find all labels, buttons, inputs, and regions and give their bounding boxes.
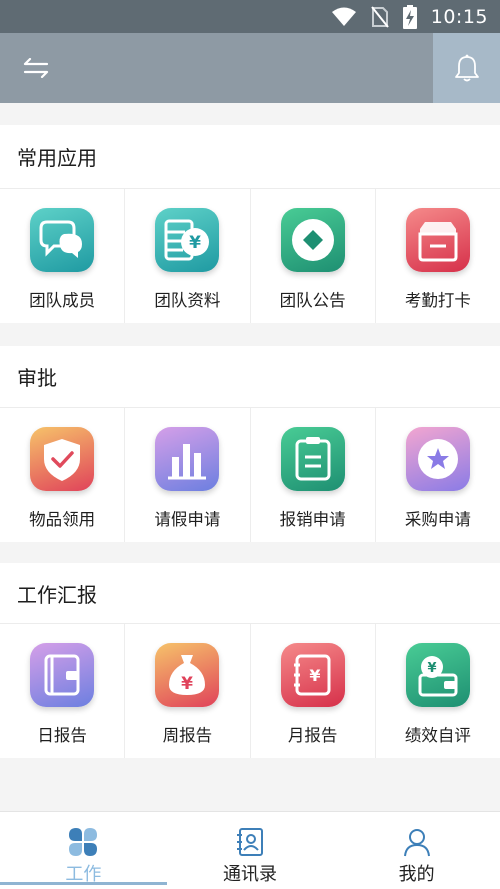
app-label: 考勤打卡 (404, 291, 471, 310)
section-work-report: 工作汇报 日报告 ¥ 周报告 ¥ 月报告 ¥ 绩效自评 (0, 563, 500, 758)
app-label: 团队成员 (29, 291, 96, 310)
leave-request-icon (155, 427, 220, 491)
svg-text:¥: ¥ (181, 674, 193, 694)
app-label: 月报告 (287, 726, 338, 745)
contacts-tab-icon (237, 828, 263, 856)
bell-icon (454, 54, 479, 82)
app-attendance[interactable]: 考勤打卡 (376, 189, 500, 323)
section-common-apps: 常用应用 团队成员 ¥ 团队资料 团队公告 考勤打卡 (0, 125, 500, 323)
wifi-icon (331, 7, 356, 26)
bottom-nav: 工作 通讯录 我的 (0, 811, 500, 889)
app-team-announcement[interactable]: 团队公告 (251, 189, 376, 323)
tab-work[interactable]: 工作 (0, 812, 167, 889)
purchase-request-icon (405, 427, 470, 491)
app-leave-request[interactable]: 请假申请 (125, 408, 251, 542)
work-tab-icon (69, 828, 98, 856)
person-icon (403, 829, 430, 857)
app-label: 团队资料 (154, 291, 221, 310)
app-monthly-report[interactable]: ¥ 月报告 (251, 624, 376, 758)
tab-contacts[interactable]: 通讯录 (167, 812, 334, 889)
app-label: 采购申请 (404, 510, 471, 529)
app-label: 请假申请 (154, 510, 221, 529)
section-title: 审批 (0, 346, 500, 408)
app-team-files[interactable]: ¥ 团队资料 (125, 189, 251, 323)
top-bar (0, 33, 500, 103)
monthly-report-icon: ¥ (280, 643, 345, 707)
app-purchase-request[interactable]: 采购申请 (376, 408, 500, 542)
app-performance-review[interactable]: ¥ 绩效自评 (376, 624, 500, 758)
swap-arrows-icon (23, 58, 49, 78)
daily-report-icon (30, 643, 95, 707)
attendance-icon (405, 208, 470, 272)
status-bar: 10:15 (0, 0, 500, 33)
app-label: 绩效自评 (404, 726, 471, 745)
main-content: 常用应用 团队成员 ¥ 团队资料 团队公告 考勤打卡 审批 物品领用 请假申请 … (0, 103, 500, 811)
app-label: 报销申请 (279, 510, 346, 529)
team-members-icon (30, 208, 95, 272)
app-label: 团队公告 (279, 291, 346, 310)
team-files-icon: ¥ (155, 208, 220, 272)
notification-button[interactable] (433, 33, 500, 103)
weekly-report-icon: ¥ (155, 643, 220, 707)
section-title: 常用应用 (0, 125, 500, 189)
svg-text:¥: ¥ (189, 233, 201, 253)
app-team-members[interactable]: 团队成员 (0, 189, 126, 323)
app-daily-report[interactable]: 日报告 (0, 624, 126, 758)
team-announcement-icon (280, 208, 345, 272)
tab-me[interactable]: 我的 (333, 812, 500, 889)
reimbursement-icon (280, 427, 345, 491)
tab-label: 通讯录 (223, 864, 277, 885)
tab-label: 我的 (398, 864, 435, 885)
app-label: 周报告 (162, 726, 213, 745)
active-tab-indicator (0, 882, 167, 885)
app-label: 物品领用 (29, 510, 96, 529)
app-label: 日报告 (37, 726, 87, 745)
switch-button[interactable] (18, 51, 54, 85)
status-time: 10:15 (430, 5, 488, 28)
app-item-requisition[interactable]: 物品领用 (0, 408, 126, 542)
battery-charging-icon (402, 4, 417, 29)
app-weekly-report[interactable]: ¥ 周报告 (125, 624, 251, 758)
section-approval: 审批 物品领用 请假申请 报销申请 采购申请 (0, 346, 500, 542)
section-title: 工作汇报 (0, 563, 500, 624)
svg-text:¥: ¥ (309, 666, 320, 685)
no-sim-icon (370, 5, 389, 28)
app-reimbursement[interactable]: 报销申请 (251, 408, 376, 542)
item-requisition-icon (30, 427, 95, 491)
performance-review-icon: ¥ (405, 643, 470, 707)
